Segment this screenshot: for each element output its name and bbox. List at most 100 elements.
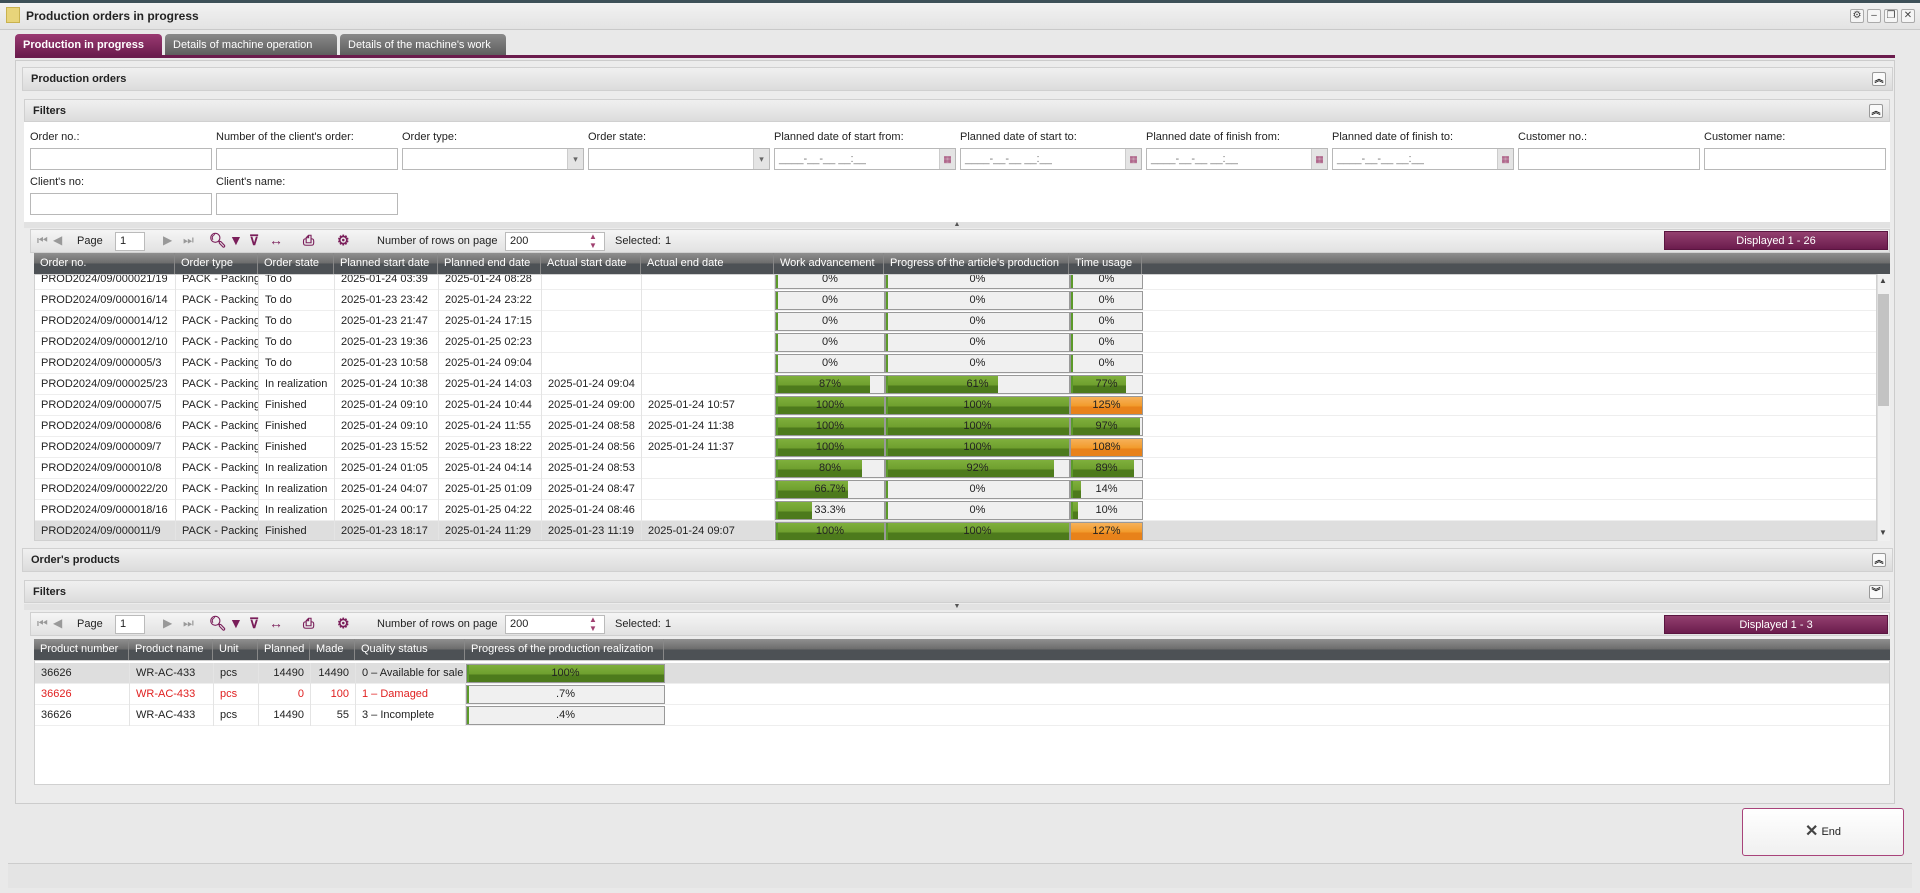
table-row[interactable]: PROD2024/09/000012/10 PACK - Packing To do… [35,332,1876,353]
column-header[interactable]: Actual end date [641,253,774,274]
filter-date-input[interactable]: ____-__-__ __:__ ▦ [1332,148,1514,170]
column-header[interactable]: Product number [34,639,129,660]
table-row[interactable]: PROD2024/09/000025/23 PACK - Packing In re… [35,374,1876,395]
prev-page-icon[interactable]: ◀ [53,616,62,630]
cell-name: WR-AC-433 [130,705,214,726]
spinner-icon[interactable]: ▲ ▼ [589,232,597,250]
production-realization-bar: .7% [466,685,665,704]
table-row[interactable]: 36626 WR-AC-433 pcs 14490 14490 0 – Available… [35,663,1889,684]
next-page-icon[interactable]: ▶ [163,233,172,247]
table-row[interactable]: PROD2024/09/000008/6 PACK - Packing Finish… [35,416,1876,437]
tab-production-in-progress[interactable]: Production in progress [15,34,162,56]
table-row[interactable]: 36626 WR-AC-433 pcs 14490 55 3 – Incomplete .4… [35,705,1889,726]
calendar-icon[interactable]: ▦ [939,149,955,169]
collapse-icon[interactable]: ︽ [1869,104,1883,118]
prev-page-icon[interactable]: ◀ [53,233,62,247]
end-button[interactable]: ✕ End [1742,808,1904,856]
next-page-icon[interactable]: ▶ [163,616,172,630]
chevron-down-icon[interactable]: ▾ [567,149,583,169]
settings-icon[interactable]: ⚙ [1850,9,1864,23]
cell-pe: 2025-01-24 11:55 [439,416,542,437]
filter-select[interactable]: ▾ [402,148,584,170]
calendar-icon[interactable]: ▦ [1125,149,1141,169]
table-row[interactable]: PROD2024/09/000021/19 PACK - Packing To do… [35,275,1876,290]
minimize-icon[interactable]: – [1867,9,1881,23]
table-row[interactable]: 36626 WR-AC-433 pcs 0 100 1 – Damaged .7% [35,684,1889,705]
column-header[interactable]: Unit [213,639,258,660]
filter-date-input[interactable]: ____-__-__ __:__ ▦ [960,148,1142,170]
time-usage-bar: 0% [1070,275,1143,289]
settings-icon[interactable]: ⚙ [337,615,350,632]
column-header[interactable]: Order state [258,253,334,274]
table-row[interactable]: PROD2024/09/000016/14 PACK - Packing To do… [35,290,1876,311]
spinner-icon[interactable]: ▲ ▼ [589,615,597,633]
chevron-down-icon[interactable]: ▾ [753,149,769,169]
splitter-handle[interactable]: ▼ [24,603,1890,610]
scroll-down-icon[interactable]: ▼ [1879,528,1887,537]
collapse-icon[interactable]: ︽ [1872,553,1886,567]
first-page-icon[interactable]: ⏮ [37,233,48,248]
work-advancement-bar: 0% [775,312,885,331]
first-page-icon[interactable]: ⏮ [37,616,48,631]
restore-icon[interactable]: ❐ [1884,9,1898,23]
table-row[interactable]: PROD2024/09/000007/5 PACK - Packing Finish… [35,395,1876,416]
last-page-icon[interactable]: ⏭ [183,616,194,631]
fit-columns-icon[interactable]: ↔ [269,615,283,631]
search-icon[interactable]: 🔍︎ [209,615,227,632]
fit-columns-icon[interactable]: ↔ [269,232,283,248]
filter-icon[interactable]: ▼ [229,615,243,631]
settings-icon[interactable]: ⚙ [337,232,350,249]
table-row[interactable]: PROD2024/09/000010/8 PACK - Packing In rea… [35,458,1876,479]
close-icon[interactable]: ✕ [1901,9,1915,23]
filter-input[interactable] [1518,148,1700,170]
column-header[interactable]: Planned [258,639,310,660]
column-header[interactable]: Made [310,639,355,660]
column-header[interactable]: Order type [175,253,258,274]
filter-date-input[interactable]: ____-__-__ __:__ ▦ [1146,148,1328,170]
filter-date-input[interactable]: ____-__-__ __:__ ▦ [774,148,956,170]
column-header[interactable]: Work advancement [774,253,884,274]
clear-filter-icon[interactable]: ⊽ [249,232,259,249]
filter-input[interactable] [1704,148,1886,170]
export-icon[interactable]: ⎙ [303,232,314,249]
table-row[interactable]: PROD2024/09/000022/20 PACK - Packing In re… [35,479,1876,500]
last-page-icon[interactable]: ⏭ [183,233,194,248]
page-input[interactable]: 1 [115,615,145,634]
table-row[interactable]: PROD2024/09/000018/16 PACK - Packing In re… [35,500,1876,521]
column-header[interactable]: Time usage [1069,253,1142,274]
export-icon[interactable]: ⎙ [303,615,314,632]
search-icon[interactable]: 🔍︎ [209,232,227,249]
scroll-up-icon[interactable]: ▲ [1879,276,1887,285]
calendar-icon[interactable]: ▦ [1311,149,1327,169]
filter-input[interactable] [30,193,212,215]
splitter-handle[interactable]: ▲ [24,221,1890,228]
clear-filter-icon[interactable]: ⊽ [249,615,259,632]
column-header[interactable]: Planned end date [438,253,541,274]
table-row[interactable]: PROD2024/09/000014/12 PACK - Packing To do… [35,311,1876,332]
expand-icon[interactable]: ︾ [1869,585,1883,599]
cell-unit: pcs [214,663,259,684]
orders-grid-header: Order no. Order type Order state Planned st… [34,253,1890,274]
filter-input[interactable] [216,193,398,215]
scrollbar-thumb[interactable] [1878,294,1889,406]
column-header[interactable]: Planned start date [334,253,438,274]
page-input[interactable]: 1 [115,232,145,251]
table-row[interactable]: PROD2024/09/000005/3 PACK - Packing To do 2… [35,353,1876,374]
filter-input[interactable] [30,148,212,170]
selected-label: Selected: [615,618,661,630]
filter-select[interactable]: ▾ [588,148,770,170]
column-header[interactable]: Actual start date [541,253,641,274]
column-header[interactable]: Quality status [355,639,465,660]
column-header[interactable]: Product name [129,639,213,660]
column-header[interactable]: Progress of the production realization [465,639,664,660]
tab-machine-work[interactable]: Details of the machine's work [340,34,506,56]
column-header[interactable]: Progress of the article's production [884,253,1069,274]
filter-icon[interactable]: ▼ [229,232,243,248]
calendar-icon[interactable]: ▦ [1497,149,1513,169]
table-row[interactable]: PROD2024/09/000011/9 PACK - Packing Finish… [35,521,1876,540]
filter-input[interactable] [216,148,398,170]
collapse-icon[interactable]: ︽ [1872,72,1886,86]
tab-machine-operation[interactable]: Details of machine operation [165,34,337,56]
table-row[interactable]: PROD2024/09/000009/7 PACK - Packing Finish… [35,437,1876,458]
column-header[interactable]: Order no. [34,253,175,274]
